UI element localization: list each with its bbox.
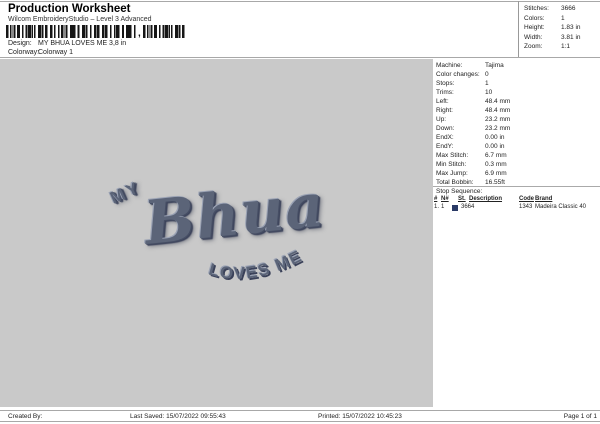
barcode-bars-right bbox=[142, 25, 185, 38]
info-up: Up: 23.2 mm bbox=[436, 116, 511, 123]
cell-brand: Madeira Classic 40 bbox=[535, 204, 587, 210]
col-brand: Brand bbox=[535, 196, 553, 202]
stat-colors: Colors: 1 bbox=[524, 14, 565, 22]
col-n: N# bbox=[441, 196, 449, 202]
stop-sequence-divider bbox=[433, 186, 600, 187]
software-subtitle: Wilcom EmbroideryStudio – Level 3 Advanc… bbox=[8, 16, 152, 23]
stop-sequence-row: 1. 1 3664 1343 Madeira Classic 40 bbox=[433, 204, 600, 212]
info-machine: Machine: Tajima bbox=[436, 62, 504, 69]
svg-text:LOVES ME: LOVES ME bbox=[207, 246, 306, 283]
info-endx: EndX: 0.00 in bbox=[436, 134, 505, 141]
info-trims: Trims: 10 bbox=[436, 89, 493, 96]
stat-stitches: Stitches: 3666 bbox=[524, 5, 576, 12]
info-endy: EndY: 0.00 in bbox=[436, 143, 505, 150]
last-saved-text: Last Saved: 15/07/2022 09:55:43 bbox=[130, 412, 226, 420]
colorway-row: Colorway: Colorway 1 bbox=[8, 49, 73, 56]
design-value: MY BHUA LOVES ME 3,8 in bbox=[38, 40, 127, 47]
cell-num: 1. bbox=[434, 204, 440, 210]
machine-info-panel: Machine: Tajima Color changes: 0 Stops: 1 T… bbox=[433, 59, 600, 407]
info-stops: Stops: 1 bbox=[436, 80, 489, 87]
stat-width: Width: 3.81 in bbox=[524, 33, 581, 41]
stat-zoom: Zoom: 1:1 bbox=[524, 43, 571, 51]
design-preview-canvas: MY Bhua LOVES ME LOVES ME LOVES ME bbox=[0, 59, 433, 407]
info-color-changes: Color changes: 0 bbox=[436, 71, 489, 78]
header-divider bbox=[0, 57, 600, 58]
colorway-label: Colorway: bbox=[8, 49, 40, 56]
col-num: # bbox=[434, 196, 438, 202]
info-min-stitch: Min Stitch: 0.3 mm bbox=[436, 161, 507, 168]
footer-divider-top bbox=[0, 410, 600, 411]
col-description: Description bbox=[469, 196, 503, 202]
design-barcode: , bbox=[6, 25, 185, 39]
info-max-jump: Max Jump: 6.9 mm bbox=[436, 170, 507, 177]
design-label: Design: bbox=[8, 40, 32, 47]
info-left: Left: 48.4 mm bbox=[436, 98, 511, 105]
col-st: St. bbox=[458, 196, 466, 202]
stop-sequence-header-row: # N# St. Description Code Brand bbox=[433, 196, 600, 204]
arc-text-loves-me: LOVES ME bbox=[207, 246, 304, 283]
top-border bbox=[0, 1, 600, 2]
stat-height: Height: 1.83 in bbox=[524, 24, 581, 32]
printed-text: Printed: 15/07/2022 10:45:23 bbox=[318, 412, 402, 420]
production-worksheet-page: Production Worksheet Wilcom EmbroiderySt… bbox=[0, 0, 600, 424]
colorway-value: Colorway 1 bbox=[38, 49, 74, 56]
embroidery-arc-text: LOVES ME LOVES ME LOVES ME bbox=[206, 245, 306, 284]
design-stats-box: Stitches: 3666 Colors: 1 Height: 1.83 in Wi… bbox=[518, 1, 600, 57]
info-down: Down: 23.2 mm bbox=[436, 125, 511, 132]
col-code: Code bbox=[519, 196, 534, 202]
cell-code: 1343 bbox=[519, 204, 533, 210]
cell-stitches: 3664 bbox=[461, 204, 475, 210]
info-max-stitch: Max Stitch: 6.7 mm bbox=[436, 152, 507, 159]
info-right: Right: 48.4 mm bbox=[436, 107, 511, 114]
barcode-bars-left bbox=[6, 25, 136, 38]
created-by-label: Created By: bbox=[8, 412, 43, 420]
page-title: Production Worksheet bbox=[8, 3, 131, 15]
page-number: Page 1 of 1 bbox=[563, 412, 597, 420]
stop-sequence-title: Stop Sequence: bbox=[436, 188, 483, 195]
cell-n: 1 bbox=[441, 204, 445, 210]
barcode-separator: , bbox=[138, 28, 141, 39]
design-name-row: Design: MY BHUA LOVES ME 3,8 in bbox=[8, 40, 126, 47]
thread-color-chip bbox=[452, 205, 458, 211]
machine-info-list: Machine: Tajima Color changes: 0 Stops: 1 T… bbox=[433, 59, 600, 187]
footer-divider-bottom bbox=[0, 421, 600, 422]
